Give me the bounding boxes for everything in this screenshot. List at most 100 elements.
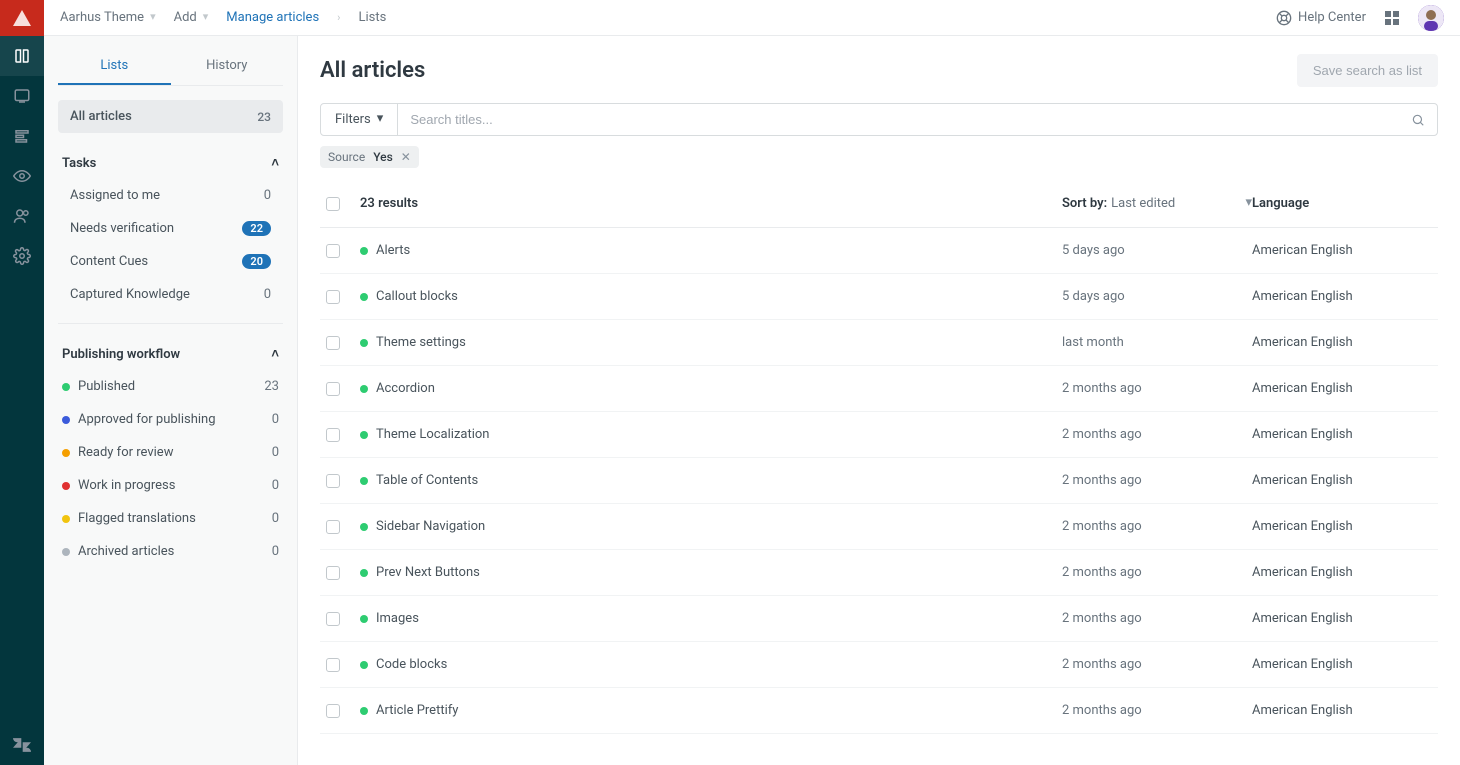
add-label: Add [174, 10, 197, 25]
table-row[interactable]: Code blocks2 months agoAmerican English [320, 642, 1438, 688]
table-row[interactable]: Theme Localization2 months agoAmerican E… [320, 412, 1438, 458]
article-title: Sidebar Navigation [376, 519, 485, 534]
last-edited: 2 months ago [1062, 427, 1252, 442]
sidebar-item-workflow[interactable]: Ready for review 0 [58, 436, 283, 469]
rail-zendesk-icon[interactable] [0, 725, 44, 765]
row-checkbox[interactable] [326, 290, 340, 304]
row-checkbox[interactable] [326, 612, 340, 626]
sidebar-item-count: 23 [257, 110, 271, 124]
chip-value: Yes [373, 150, 393, 164]
table-row[interactable]: Prev Next Buttons2 months agoAmerican En… [320, 550, 1438, 596]
sidebar-item-label: All articles [70, 109, 132, 124]
tab-lists[interactable]: Lists [58, 50, 171, 85]
sidebar-item-label: Assigned to me [70, 188, 160, 203]
sidebar-item-count: 0 [272, 412, 279, 427]
sidebar-item-count: 0 [272, 478, 279, 493]
chevron-down-icon: ▾ [150, 10, 156, 23]
row-checkbox[interactable] [326, 704, 340, 718]
add-menu[interactable]: Add ▾ [174, 10, 209, 25]
status-dot-icon [360, 385, 368, 393]
sidebar-item-task[interactable]: Content Cues20 [58, 245, 283, 278]
filter-chip-source[interactable]: Source Yes ✕ [320, 146, 419, 168]
table-row[interactable]: Table of Contents2 months agoAmerican En… [320, 458, 1438, 504]
row-checkbox[interactable] [326, 520, 340, 534]
row-checkbox[interactable] [326, 566, 340, 580]
sidebar-item-workflow[interactable]: Archived articles0 [58, 535, 283, 568]
row-checkbox[interactable] [326, 474, 340, 488]
language: American English [1252, 703, 1432, 718]
rail-moderate-icon[interactable] [0, 76, 44, 116]
sidebar-item-task[interactable]: Needs verification22 [58, 212, 283, 245]
filter-bar: Filters ▾ [320, 103, 1438, 136]
table-row[interactable]: Sidebar Navigation2 months agoAmerican E… [320, 504, 1438, 550]
search-input[interactable] [398, 104, 1399, 135]
last-edited: 5 days ago [1062, 243, 1252, 258]
user-avatar[interactable] [1418, 5, 1444, 31]
table-row[interactable]: Theme settingslast monthAmerican English [320, 320, 1438, 366]
row-checkbox[interactable] [326, 244, 340, 258]
sidebar-section-tasks[interactable]: Tasks ˄ [58, 149, 283, 179]
sidebar-item-task[interactable]: Captured Knowledge0 [58, 278, 283, 311]
save-search-button[interactable]: Save search as list [1297, 54, 1438, 87]
status-dot-icon [360, 661, 368, 669]
sidebar-section-workflow[interactable]: Publishing workflow ˄ [58, 340, 283, 370]
chip-label: Source [328, 150, 365, 164]
sort-dropdown[interactable]: Sort by: Last edited ▾ [1062, 196, 1252, 211]
language: American English [1252, 611, 1432, 626]
status-dot-icon [360, 431, 368, 439]
workspace-switcher[interactable]: Aarhus Theme ▾ [60, 10, 156, 25]
sidebar-item-label: Published [78, 379, 135, 394]
table-row[interactable]: Accordion2 months agoAmerican English [320, 366, 1438, 412]
lifebuoy-icon [1276, 10, 1292, 26]
status-dot-icon [62, 482, 70, 490]
row-checkbox[interactable] [326, 428, 340, 442]
article-title: Theme settings [376, 335, 466, 350]
table-row[interactable]: Images2 months agoAmerican English [320, 596, 1438, 642]
sidebar-item-label: Content Cues [70, 254, 148, 269]
sidebar-item-label: Flagged translations [78, 511, 196, 526]
sidebar-item-count: 0 [272, 445, 279, 460]
rail-users-icon[interactable] [0, 196, 44, 236]
content-area: All articles Save search as list Filters… [298, 36, 1460, 765]
row-checkbox[interactable] [326, 382, 340, 396]
close-icon[interactable]: ✕ [401, 150, 411, 164]
table-row[interactable]: Article Prettify2 months agoAmerican Eng… [320, 688, 1438, 734]
filters-button[interactable]: Filters ▾ [321, 104, 398, 135]
rail-settings-icon[interactable] [0, 236, 44, 276]
sidebar-item-label: Ready for review [78, 445, 173, 460]
search-icon[interactable] [1399, 113, 1437, 127]
breadcrumb-manage-articles[interactable]: Manage articles [226, 10, 319, 25]
sidebar: Lists History All articles 23 Tasks ˄ As… [44, 36, 298, 765]
last-edited: 2 months ago [1062, 703, 1252, 718]
article-title: Table of Contents [376, 473, 478, 488]
select-all-checkbox[interactable] [326, 197, 340, 211]
sidebar-item-all-articles[interactable]: All articles 23 [58, 100, 283, 133]
rail-arrange-icon[interactable] [0, 116, 44, 156]
sidebar-item-workflow[interactable]: Approved for publishing0 [58, 403, 283, 436]
status-dot-icon [360, 615, 368, 623]
tab-history[interactable]: History [171, 50, 284, 85]
status-dot-icon [62, 548, 70, 556]
language: American English [1252, 289, 1432, 304]
sidebar-item-workflow[interactable]: Published23 [58, 370, 283, 403]
rail-knowledge-icon[interactable] [0, 36, 44, 76]
status-dot-icon [360, 707, 368, 715]
table-row[interactable]: Callout blocks5 days agoAmerican English [320, 274, 1438, 320]
results-count: 23 results [360, 196, 1062, 211]
sidebar-item-count: 0 [272, 511, 279, 526]
rail-eye-icon[interactable] [0, 156, 44, 196]
row-checkbox[interactable] [326, 658, 340, 672]
article-title: Images [376, 611, 419, 626]
last-edited: 2 months ago [1062, 565, 1252, 580]
row-checkbox[interactable] [326, 336, 340, 350]
topbar: Aarhus Theme ▾ Add ▾ Manage articles › L… [44, 0, 1460, 36]
sidebar-item-workflow[interactable]: Work in progress0 [58, 469, 283, 502]
table-row[interactable]: Alerts5 days agoAmerican English [320, 228, 1438, 274]
article-title: Prev Next Buttons [376, 565, 480, 580]
sidebar-item-task[interactable]: Assigned to me0 [58, 179, 283, 212]
brand-logo[interactable] [0, 0, 44, 36]
apps-icon[interactable] [1384, 10, 1400, 26]
help-center-link[interactable]: Help Center [1276, 10, 1366, 26]
sidebar-item-workflow[interactable]: Flagged translations 0 [58, 502, 283, 535]
chevron-down-icon: ▾ [1245, 195, 1252, 210]
